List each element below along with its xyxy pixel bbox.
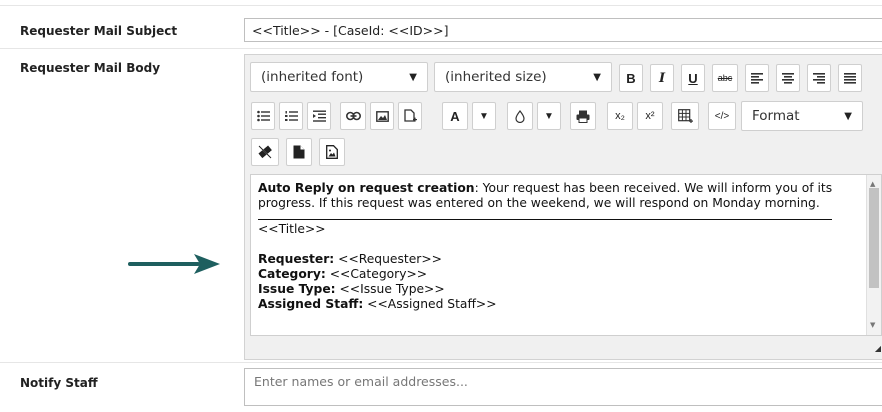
insert-image-file-button[interactable] (319, 138, 345, 166)
assigned-staff-label: Assigned Staff: (258, 297, 364, 311)
align-left-icon (751, 73, 763, 84)
intro-paragraph: Auto Reply on request creation: Your req… (258, 181, 874, 211)
assigned-staff-token: <<Assigned Staff>> (363, 297, 497, 311)
issue-type-line: Issue Type: <<Issue Type>> (258, 282, 874, 297)
table-icon (677, 109, 693, 123)
chevron-down-icon: ▼ (409, 71, 417, 83)
file-add-icon (403, 109, 417, 122)
bold-button[interactable]: B (619, 64, 643, 92)
indent-button[interactable] (307, 102, 331, 130)
text-color-dropdown[interactable]: ▼ (472, 102, 496, 130)
subject-input[interactable]: <<Title>> - [CaseId: <<ID>>] (244, 18, 882, 42)
font-size-value: (inherited size) (445, 69, 547, 85)
bullet-list-icon (256, 110, 270, 122)
insert-table-button[interactable] (671, 102, 699, 130)
align-justify-icon (844, 73, 856, 84)
row-divider (0, 5, 882, 6)
strikethrough-button[interactable]: abc (712, 64, 738, 92)
chevron-down-icon: ▼ (844, 110, 852, 122)
row-divider (0, 362, 882, 363)
scrollbar-thumb[interactable] (869, 188, 879, 288)
source-code-button[interactable]: </> (708, 102, 736, 130)
clear-formatting-button[interactable] (251, 138, 279, 166)
issue-type-token: <<Issue Type>> (335, 282, 445, 296)
title-token: <<Title>> (258, 222, 326, 236)
background-color-button[interactable] (507, 102, 533, 130)
font-family-value: (inherited font) (261, 69, 364, 85)
format-value: Format (752, 108, 800, 124)
resize-handle-icon[interactable]: ◢ (875, 344, 881, 353)
link-icon (345, 111, 361, 121)
scroll-down-icon[interactable]: ▼ (870, 318, 875, 333)
background-color-dropdown[interactable]: ▼ (537, 102, 561, 130)
category-line: Category: <<Category>> (258, 267, 874, 282)
notify-staff-input[interactable]: Enter names or email addresses... (244, 368, 882, 406)
document-icon (293, 145, 305, 159)
eraser-icon (258, 145, 272, 159)
intro-bold-text: Auto Reply on request creation (258, 181, 475, 195)
image-file-icon (326, 145, 338, 159)
category-token: <<Category>> (325, 267, 428, 281)
chevron-down-icon: ▼ (593, 71, 601, 83)
numbered-list-button[interactable] (279, 102, 303, 130)
assigned-staff-line: Assigned Staff: <<Assigned Staff>> (258, 297, 874, 312)
image-icon (375, 110, 389, 122)
editor-content-area[interactable]: Auto Reply on request creation: Your req… (250, 174, 882, 336)
align-left-button[interactable] (745, 64, 769, 92)
format-select[interactable]: Format ▼ (741, 101, 863, 131)
insert-link-button[interactable] (340, 102, 366, 130)
notify-staff-label: Notify Staff (20, 376, 98, 390)
text-color-button[interactable]: A (442, 102, 468, 130)
align-right-button[interactable] (807, 64, 831, 92)
align-right-icon (813, 73, 825, 84)
indent-icon (312, 110, 326, 122)
requester-line: Requester: <<Requester>> (258, 252, 874, 267)
underline-button[interactable]: U (681, 64, 705, 92)
droplet-icon (515, 109, 525, 123)
subject-label: Requester Mail Subject (20, 24, 178, 38)
requester-label: Requester: (258, 252, 335, 266)
print-icon (576, 110, 590, 123)
body-label: Requester Mail Body (20, 61, 161, 75)
insert-file-button[interactable] (398, 102, 422, 130)
chevron-down-icon: ▼ (479, 110, 489, 122)
issue-type-label: Issue Type: (258, 282, 336, 296)
insert-image-button[interactable] (370, 102, 394, 130)
font-size-select[interactable]: (inherited size) ▼ (434, 62, 612, 92)
subscript-button[interactable]: x₂ (607, 102, 633, 130)
align-center-icon (782, 73, 794, 84)
bullet-list-button[interactable] (251, 102, 275, 130)
rich-text-editor: (inherited font) ▼ (inherited size) ▼ B … (244, 54, 882, 360)
requester-token: <<Requester>> (334, 252, 442, 266)
numbered-list-icon (284, 111, 298, 121)
content-scrollbar[interactable]: ▲ ▼ (866, 175, 881, 335)
print-button[interactable] (570, 102, 596, 130)
row-divider (0, 48, 882, 49)
horizontal-rule (258, 219, 832, 220)
arrow-pointer-icon (128, 254, 220, 274)
category-label: Category: (258, 267, 326, 281)
chevron-down-icon: ▼ (544, 110, 554, 122)
font-family-select[interactable]: (inherited font) ▼ (250, 62, 428, 92)
superscript-button[interactable]: x² (637, 102, 663, 130)
align-center-button[interactable] (776, 64, 800, 92)
italic-button[interactable]: I (650, 64, 674, 92)
justify-button[interactable] (838, 64, 862, 92)
insert-document-button[interactable] (286, 138, 312, 166)
